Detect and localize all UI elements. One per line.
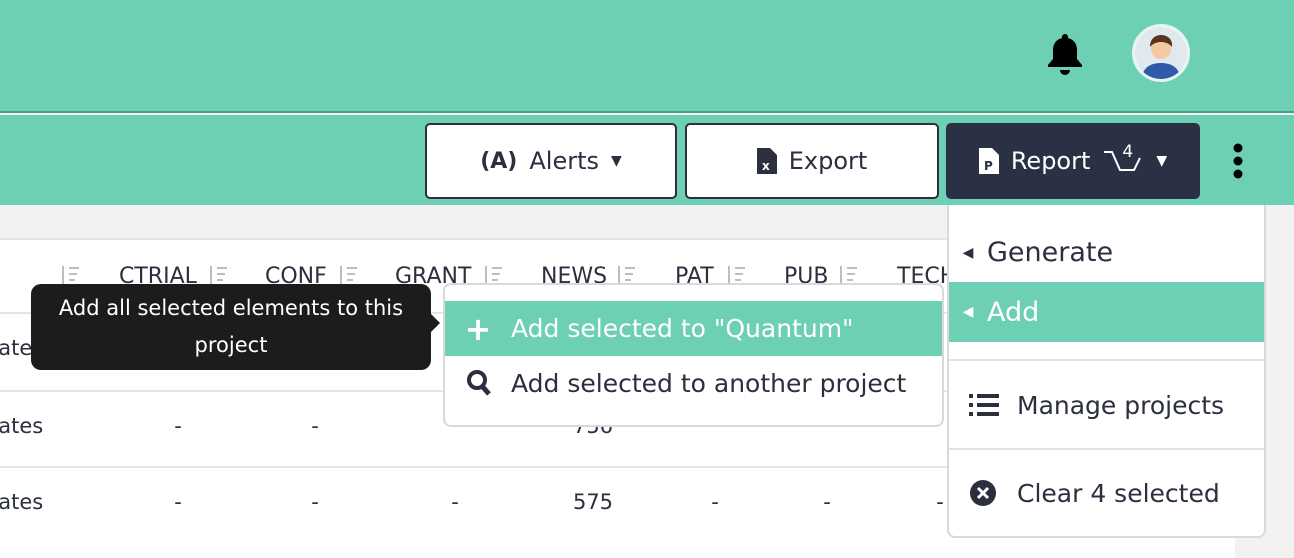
table-cell: -	[174, 490, 182, 514]
menu-item-label: Generate	[987, 237, 1114, 268]
pdf-file-icon: P	[978, 148, 999, 174]
table-cell: -	[711, 490, 719, 514]
add-to-another-project-item[interactable]: Add selected to another project	[445, 356, 942, 411]
svg-text:x: x	[762, 159, 770, 173]
row-name: tates	[0, 490, 44, 514]
avatar[interactable]	[1132, 24, 1190, 82]
search-icon	[467, 369, 491, 396]
clear-selected-item[interactable]: Clear 4 selected	[949, 463, 1264, 523]
menu-item-label: Clear 4 selected	[1017, 478, 1220, 508]
caret-left-icon: ◀	[962, 304, 974, 320]
report-button[interactable]: P Report 4 ▼	[946, 123, 1200, 199]
report-label: Report	[1010, 147, 1091, 175]
table-cell: -	[823, 490, 831, 514]
add-item[interactable]: ◀ Add	[949, 282, 1264, 342]
antenna-icon: (A)	[480, 148, 518, 174]
tooltip: Add all selected elements to this projec…	[31, 284, 440, 370]
menu-item-label: Add selected to another project	[511, 369, 907, 398]
export-label: Export	[788, 147, 868, 175]
bell-icon[interactable]	[1045, 32, 1085, 76]
plus-icon: +	[464, 309, 492, 348]
add-submenu: + Add selected to "Quantum" Add selected…	[443, 283, 944, 427]
close-circle-icon	[970, 480, 996, 506]
table-cell: -	[936, 490, 944, 514]
basket-count: 4	[1122, 142, 1134, 162]
table-cell: -	[451, 490, 459, 514]
menu-item-label: Add selected to "Quantum"	[511, 314, 854, 343]
table-cell: -	[174, 414, 182, 438]
excel-file-icon: x	[756, 148, 777, 174]
caret-down-icon: ▼	[611, 153, 622, 169]
generate-item[interactable]: ◀ Generate	[949, 225, 1264, 280]
export-button[interactable]: x Export	[685, 123, 939, 199]
report-dropdown: ◀ Generate ◀ Add Manage projects Clear 4…	[947, 205, 1266, 538]
list-icon	[969, 394, 999, 416]
tooltip-text: Add all selected elements to this projec…	[58, 296, 404, 357]
top-bar	[0, 0, 1294, 113]
row-name: tates	[0, 414, 44, 438]
alerts-label: Alerts	[529, 147, 599, 175]
basket-icon: 4	[1102, 142, 1144, 176]
manage-projects-item[interactable]: Manage projects	[949, 375, 1264, 435]
add-to-current-project-item[interactable]: + Add selected to "Quantum"	[445, 301, 942, 356]
svg-text:P: P	[984, 159, 993, 173]
menu-item-label: Add	[987, 296, 1040, 328]
table-cell: 575	[572, 490, 614, 514]
toolbar: (A) Alerts ▼ x Export P Report 4 ▼	[0, 115, 1294, 205]
menu-item-label: Manage projects	[1017, 390, 1225, 420]
caret-down-icon: ▼	[1156, 153, 1168, 169]
table-cell: -	[311, 414, 319, 438]
caret-left-icon: ◀	[962, 244, 974, 261]
more-options-icon[interactable]	[1228, 143, 1248, 179]
alerts-button[interactable]: (A) Alerts ▼	[425, 123, 677, 199]
table-cell: -	[311, 490, 319, 514]
divider	[949, 448, 1264, 450]
divider	[949, 359, 1264, 361]
